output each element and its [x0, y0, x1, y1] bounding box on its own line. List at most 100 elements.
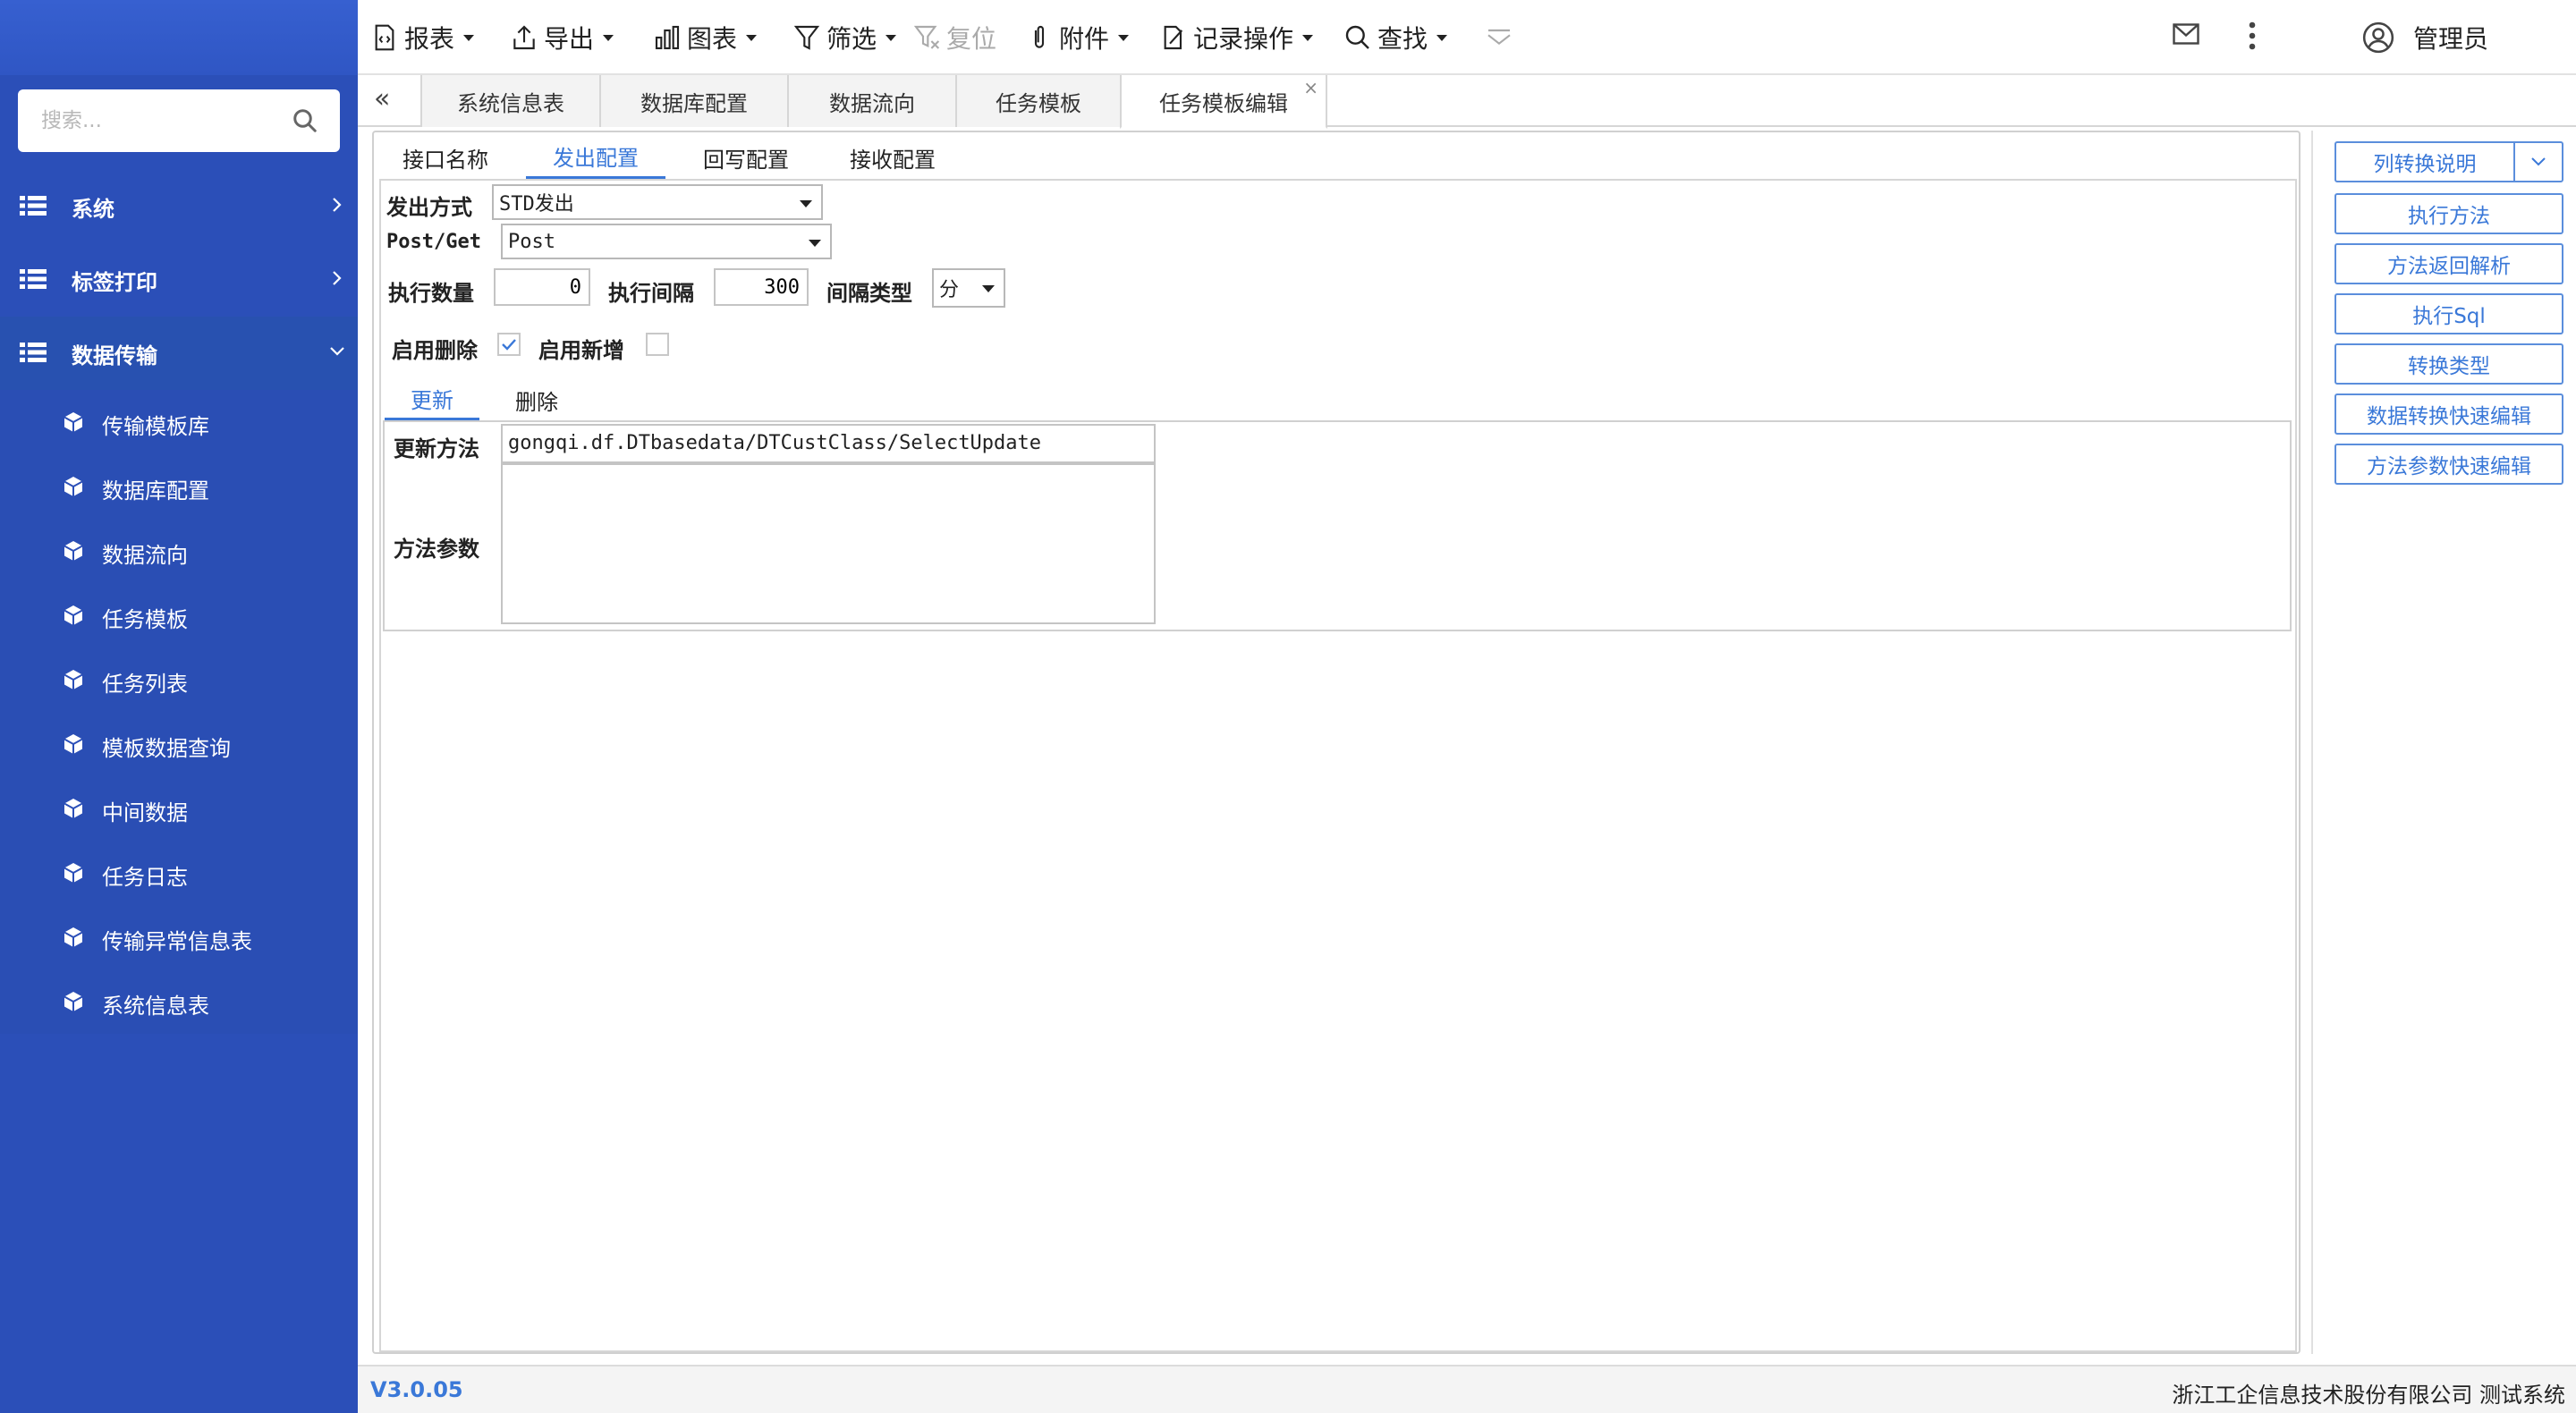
- inner-tab-update[interactable]: 更新: [385, 379, 479, 420]
- caret-down-icon: [1302, 34, 1314, 41]
- chevron-down-icon[interactable]: [2513, 143, 2562, 181]
- sidebar-item-label-print[interactable]: 标签打印: [0, 243, 358, 317]
- send-mode-value: STD发出: [499, 193, 574, 216]
- execute-method-button[interactable]: 执行方法: [2334, 193, 2563, 234]
- attachment-label: 附件: [1059, 24, 1110, 54]
- sidebar-item-task-log[interactable]: 任务日志: [0, 841, 358, 905]
- sidebar-item-label: 数据传输: [72, 343, 157, 368]
- search-input[interactable]: [18, 89, 268, 152]
- sidebar-item-data-flow[interactable]: 数据流向: [0, 519, 358, 583]
- search-icon: [1345, 25, 1369, 49]
- method-return-parse-button[interactable]: 方法返回解析: [2334, 243, 2563, 284]
- mail-button[interactable]: [2170, 18, 2202, 54]
- sidebar-item-label: 传输模板库: [102, 414, 209, 439]
- subtab-writeback-config[interactable]: 回写配置: [687, 136, 805, 179]
- cube-icon: [64, 477, 83, 496]
- update-method-input[interactable]: gongqi.df.DTbasedata/DTCustClass/SelectU…: [501, 424, 1156, 463]
- enable-add-checkbox[interactable]: [646, 333, 669, 356]
- tab-label: 任务模板: [996, 90, 1081, 116]
- more-options-button[interactable]: [2236, 18, 2268, 57]
- subtab-interface-name[interactable]: 接口名称: [390, 136, 501, 179]
- caret-down-icon: [982, 285, 995, 292]
- tab-task-template-edit[interactable]: 任务模板编辑 ×: [1120, 75, 1327, 129]
- sidebar-item-template-data-query[interactable]: 模板数据查询: [0, 712, 358, 776]
- filter-menu-button[interactable]: 筛选: [792, 20, 897, 55]
- more-toolbar-button[interactable]: [1485, 20, 1519, 55]
- company-label: 浙江工企信息技术股份有限公司 测试系统: [2172, 1383, 2565, 1408]
- method-params-quick-edit-button[interactable]: 方法参数快速编辑: [2334, 444, 2563, 485]
- paperclip-icon: [1034, 26, 1045, 48]
- tab-label: 数据库配置: [640, 90, 748, 116]
- sidebar-item-transfer-template-lib[interactable]: 传输模板库: [0, 390, 358, 454]
- button-label: 方法参数快速编辑: [2367, 455, 2531, 478]
- tab-bar: « 系统信息表 数据库配置 数据流向 任务模板 任务模板编辑 ×: [358, 75, 2576, 129]
- tab-system-info[interactable]: 系统信息表: [420, 75, 601, 127]
- column-conversion-help-button[interactable]: 列转换说明: [2334, 141, 2563, 182]
- list-icon: [20, 269, 47, 289]
- sidebar-item-system-info[interactable]: 系统信息表: [0, 969, 358, 1034]
- list-icon: [20, 343, 47, 362]
- cube-icon: [64, 670, 83, 690]
- user-avatar-icon: [2362, 21, 2394, 54]
- enable-add-label: 启用新增: [538, 338, 624, 363]
- checkmark-icon: [502, 339, 516, 351]
- sidebar-item-db-config[interactable]: 数据库配置: [0, 454, 358, 519]
- sidebar-item-data-transfer[interactable]: 数据传输: [0, 317, 358, 390]
- top-toolbar: 报表 导出 图表 筛选 复位 附件 记录操作 查找 管理员: [358, 0, 2576, 75]
- interval-type-label: 间隔类型: [826, 281, 912, 306]
- record-ops-menu-button[interactable]: 记录操作: [1159, 20, 1314, 55]
- attachment-menu-button[interactable]: 附件: [1025, 20, 1130, 55]
- search-icon[interactable]: [292, 107, 318, 134]
- enable-delete-checkbox[interactable]: [497, 333, 521, 356]
- tab-label: 数据流向: [829, 90, 915, 116]
- close-icon[interactable]: ×: [1303, 77, 1318, 98]
- method-params-textarea[interactable]: [501, 463, 1156, 624]
- cube-icon: [64, 412, 83, 432]
- sidebar-item-intermediate-data[interactable]: 中间数据: [0, 776, 358, 841]
- tab-task-template[interactable]: 任务模板: [955, 75, 1122, 127]
- report-menu-button[interactable]: 报表: [370, 20, 475, 55]
- sidebar-item-label: 传输异常信息表: [102, 929, 252, 954]
- sidebar-item-label: 系统信息表: [102, 994, 209, 1019]
- sidebar-item-task-list[interactable]: 任务列表: [0, 647, 358, 712]
- inner-tab-delete[interactable]: 删除: [492, 379, 581, 420]
- subtab-send-config[interactable]: 发出配置: [526, 136, 665, 179]
- find-menu-button[interactable]: 查找: [1343, 20, 1448, 55]
- user-menu[interactable]: 管理员: [2361, 20, 2488, 55]
- chart-menu-button[interactable]: 图表: [653, 20, 758, 55]
- send-mode-select[interactable]: STD发出: [492, 184, 823, 220]
- data-conversion-quick-edit-button[interactable]: 数据转换快速编辑: [2334, 393, 2563, 435]
- mail-icon: [2173, 23, 2199, 45]
- tab-data-flow[interactable]: 数据流向: [787, 75, 957, 127]
- sidebar-header: [0, 0, 358, 75]
- subtab-receive-config[interactable]: 接收配置: [832, 136, 953, 179]
- sidebar-item-label: 数据流向: [102, 543, 188, 568]
- sidebar-item-transfer-error[interactable]: 传输异常信息表: [0, 905, 358, 969]
- reset-filter-button[interactable]: 复位: [912, 20, 996, 55]
- chevron-right-icon: [333, 271, 342, 285]
- caret-down-icon: [886, 34, 897, 41]
- export-menu-button[interactable]: 导出: [510, 20, 614, 55]
- tab-label: 系统信息表: [457, 90, 564, 116]
- sidebar-item-system[interactable]: 系统: [0, 170, 358, 243]
- convert-type-button[interactable]: 转换类型: [2334, 343, 2563, 385]
- exec-count-label: 执行数量: [388, 281, 474, 306]
- export-label: 导出: [544, 24, 595, 54]
- tab-db-config[interactable]: 数据库配置: [599, 75, 789, 127]
- update-method-label: 更新方法: [394, 436, 479, 461]
- interval-type-select[interactable]: 分: [932, 268, 1005, 308]
- sidebar-item-task-template[interactable]: 任务模板: [0, 583, 358, 647]
- cube-icon: [64, 992, 83, 1011]
- execute-sql-button[interactable]: 执行Sql: [2334, 293, 2563, 334]
- caret-down-icon: [809, 240, 821, 247]
- cube-icon: [64, 734, 83, 754]
- interval-type-value: 分: [939, 279, 960, 301]
- method-type-select[interactable]: Post: [501, 224, 832, 259]
- exec-count-input[interactable]: [494, 268, 590, 306]
- exec-interval-input[interactable]: [714, 268, 809, 306]
- collapse-sidebar-button[interactable]: «: [374, 86, 401, 114]
- subtab-label: 接收配置: [850, 147, 936, 173]
- subtab-label: 发出配置: [553, 146, 639, 171]
- inner-tab-label: 删除: [515, 389, 558, 415]
- button-label: 转换类型: [2408, 355, 2490, 378]
